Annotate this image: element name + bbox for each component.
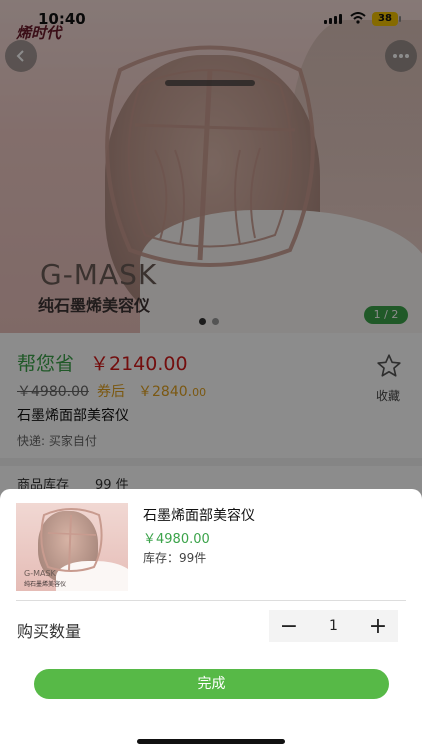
decrease-quantity-button[interactable]: − — [269, 610, 309, 642]
sheet-divider — [16, 600, 406, 601]
increase-quantity-button[interactable]: + — [358, 610, 398, 642]
quantity-label: 购买数量 — [17, 622, 82, 641]
product-thumbnail: G-MASK 纯石墨烯美容仪 — [16, 503, 128, 591]
thumb-brand-text: G-MASK — [24, 569, 56, 578]
purchase-sheet: G-MASK 纯石墨烯美容仪 石墨烯面部美容仪 ￥4980.00 库存：99件 … — [0, 489, 422, 750]
sheet-product-title: 石墨烯面部美容仪 — [143, 508, 255, 524]
sheet-stock: 库存：99件 — [143, 551, 207, 565]
thumb-mask-illustration — [40, 508, 103, 572]
quantity-stepper: − 1 + — [269, 610, 398, 642]
thumb-brand-subtitle: 纯石墨烯美容仪 — [24, 581, 67, 588]
sheet-product-price: ￥4980.00 — [143, 532, 210, 547]
quantity-value[interactable]: 1 — [309, 610, 358, 642]
home-indicator — [137, 739, 285, 744]
done-button[interactable]: 完成 — [34, 669, 389, 699]
